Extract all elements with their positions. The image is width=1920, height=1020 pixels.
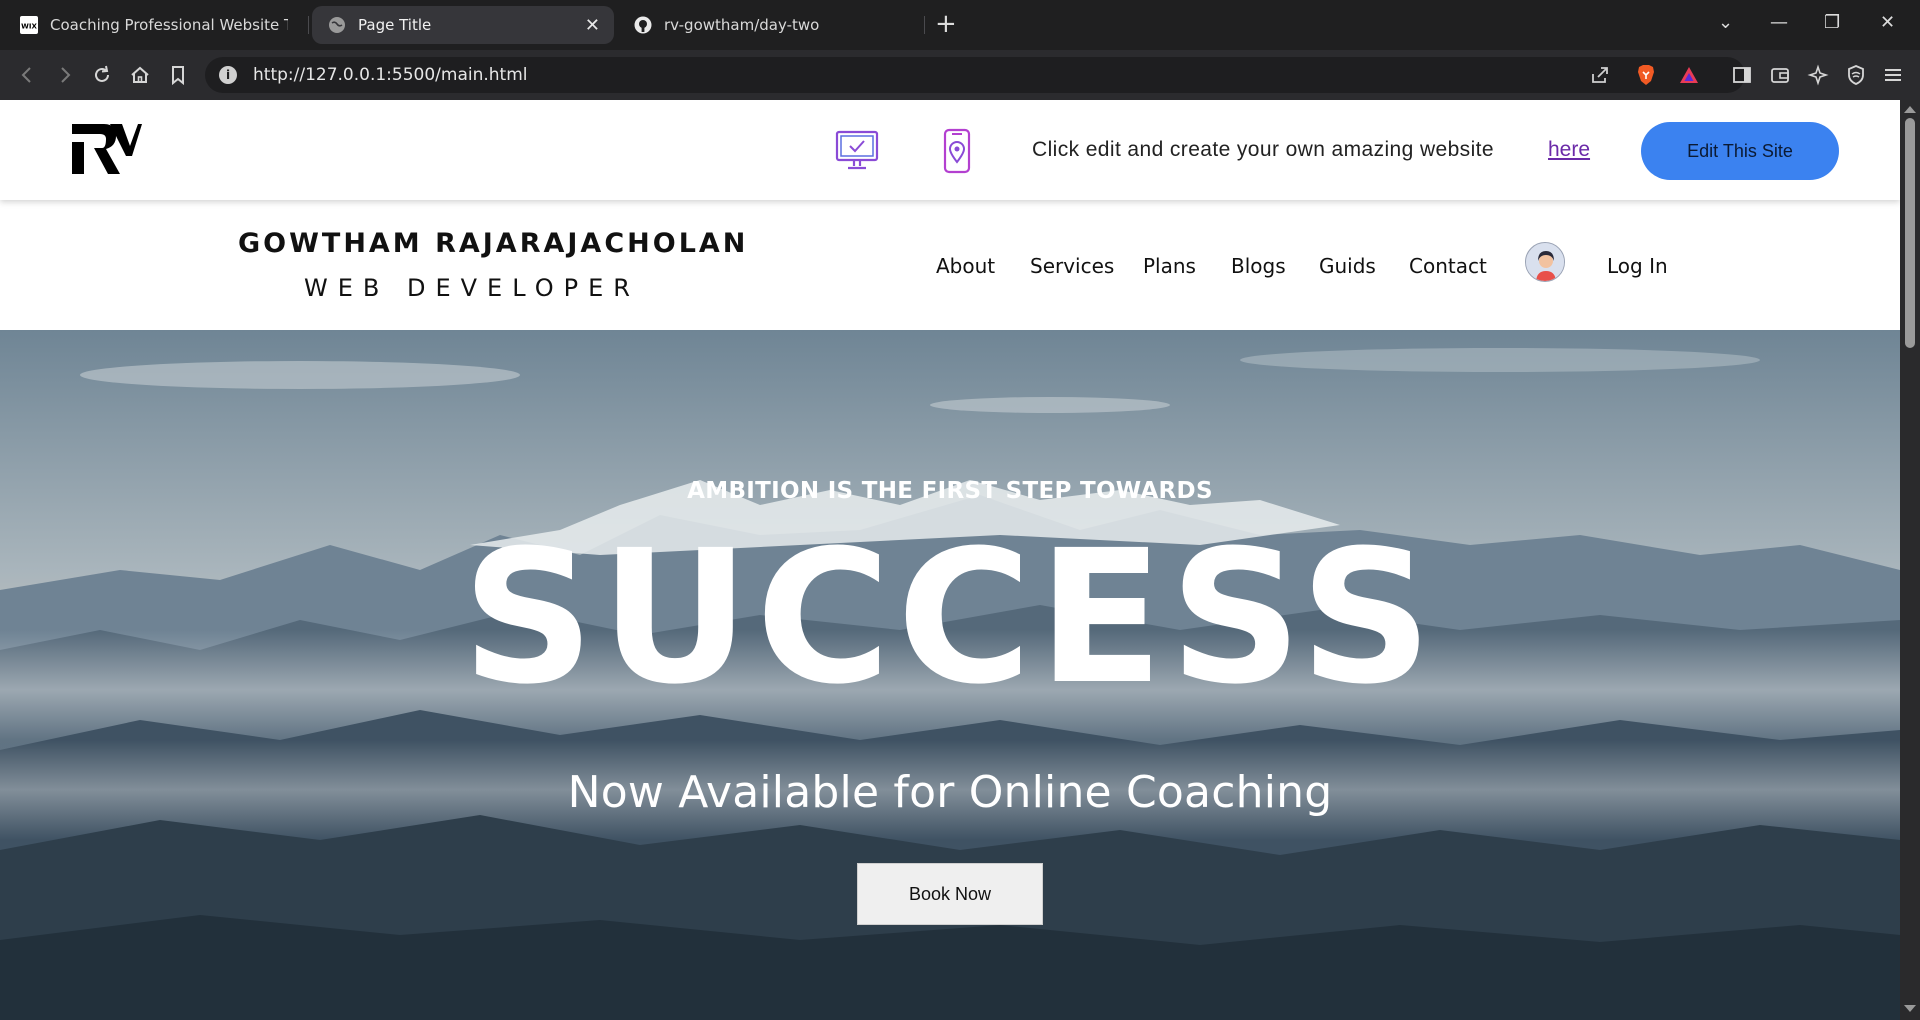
tab-separator (924, 16, 925, 34)
url-text[interactable]: http://127.0.0.1:5500/main.html (253, 65, 528, 85)
home-icon[interactable] (127, 62, 153, 88)
book-now-button[interactable]: Book Now (857, 863, 1043, 925)
brand-name[interactable]: GOWTHAM RAJARAJACHOLAN (238, 228, 748, 259)
close-tab-icon[interactable]: ✕ (585, 15, 600, 36)
tab-wix-template[interactable]: WIX Coaching Professional Website Templ (4, 6, 304, 44)
globe-icon (328, 16, 346, 34)
svg-text:WIX: WIX (21, 23, 37, 31)
close-window-icon[interactable]: ✕ (1880, 12, 1895, 33)
user-avatar-icon[interactable] (1525, 242, 1565, 282)
nav-guids[interactable]: Guids (1319, 254, 1376, 278)
reload-icon[interactable] (89, 62, 115, 88)
promo-text: Click edit and create your own amazing w… (1032, 138, 1494, 161)
tab-title: rv-gowtham/day-two (664, 16, 820, 34)
mobile-location-icon (934, 128, 980, 174)
site-info-icon[interactable]: i (219, 66, 237, 84)
login-link[interactable]: Log In (1607, 254, 1668, 278)
hero-headline: SUCCESS (461, 511, 1439, 725)
leo-ai-icon[interactable] (1805, 62, 1831, 88)
new-tab-button[interactable]: + (935, 10, 957, 38)
brand-role: WEB DEVELOPER (304, 274, 640, 302)
browser-tab-bar: WIX Coaching Professional Website Templ … (0, 0, 1920, 50)
page-scrollbar[interactable] (1900, 100, 1920, 1020)
bookmark-icon[interactable] (165, 62, 191, 88)
menu-icon[interactable] (1880, 62, 1906, 88)
nav-services[interactable]: Services (1030, 254, 1114, 278)
scroll-down-arrow-icon[interactable] (1904, 1005, 1916, 1012)
sidebar-toggle-icon[interactable] (1729, 62, 1755, 88)
tab-separator (308, 16, 309, 34)
promo-banner: Click edit and create your own amazing w… (0, 100, 1900, 200)
brave-shields-icon[interactable] (1633, 62, 1659, 88)
rv-logo[interactable] (70, 122, 142, 178)
vpn-shield-icon[interactable] (1843, 62, 1869, 88)
tab-title: Page Title (358, 16, 432, 34)
hero-subtitle: AMBITION IS THE FIRST STEP TOWARDS (687, 478, 1213, 504)
web-page: Click edit and create your own amazing w… (0, 100, 1900, 1020)
back-icon[interactable] (14, 62, 40, 88)
tab-search-chevron-icon[interactable]: ⌄ (1718, 12, 1733, 33)
minimize-icon[interactable]: — (1770, 12, 1788, 33)
nav-blogs[interactable]: Blogs (1231, 254, 1286, 278)
nav-plans[interactable]: Plans (1143, 254, 1196, 278)
share-icon[interactable] (1587, 62, 1613, 88)
hero-section: AMBITION IS THE FIRST STEP TOWARDS SUCCE… (0, 330, 1900, 1020)
nav-about[interactable]: About (936, 254, 995, 278)
restore-icon[interactable]: ❐ (1824, 12, 1840, 33)
tab-github[interactable]: rv-gowtham/day-two (618, 6, 918, 44)
edit-this-site-button[interactable]: Edit This Site (1641, 122, 1839, 180)
wallet-icon[interactable] (1767, 62, 1793, 88)
wix-favicon: WIX (20, 16, 38, 34)
scroll-up-arrow-icon[interactable] (1904, 106, 1916, 113)
tab-page-title[interactable]: Page Title ✕ (312, 6, 614, 44)
tab-title: Coaching Professional Website Templ (50, 16, 288, 34)
nav-contact[interactable]: Contact (1409, 254, 1487, 278)
promo-here-link[interactable]: here (1548, 138, 1590, 162)
github-icon (634, 16, 652, 34)
rewards-triangle-icon[interactable] (1676, 62, 1702, 88)
browser-toolbar: i http://127.0.0.1:5500/main.html (0, 50, 1920, 100)
forward-icon[interactable] (52, 62, 78, 88)
hero-tagline: Now Available for Online Coaching (567, 767, 1333, 818)
desktop-monitor-icon (834, 128, 880, 174)
scrollbar-thumb[interactable] (1905, 118, 1915, 348)
address-bar[interactable]: i http://127.0.0.1:5500/main.html (205, 57, 1745, 93)
